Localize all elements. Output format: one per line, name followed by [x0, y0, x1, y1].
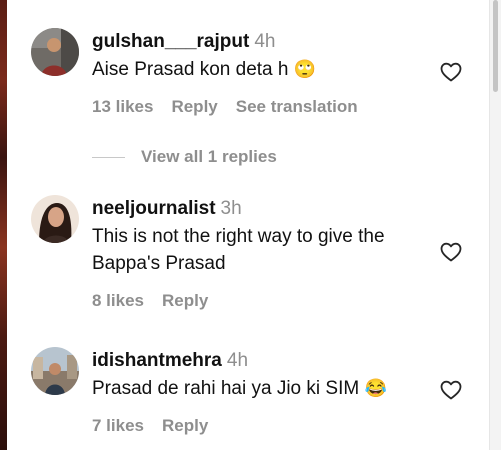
- comment-item: gulshan___rajput 4h Aise Prasad kon deta …: [31, 28, 471, 118]
- heart-icon[interactable]: [439, 60, 463, 84]
- see-translation-button[interactable]: See translation: [236, 97, 358, 116]
- reply-button[interactable]: Reply: [162, 416, 208, 435]
- comment-time: 4h: [254, 31, 276, 52]
- laughing-emoji: 😂: [364, 378, 387, 398]
- view-replies-button[interactable]: View all 1 replies: [141, 147, 277, 167]
- eye-roll-emoji: 🙄: [293, 59, 317, 79]
- likes-count[interactable]: 7 likes: [92, 416, 144, 435]
- avatar[interactable]: [31, 347, 79, 395]
- replies-divider: [92, 156, 125, 158]
- comment-item: neeljournalist 3h This is not the right w…: [31, 195, 471, 315]
- comment-username[interactable]: idishantmehra: [92, 350, 222, 371]
- comment-item: idishantmehra 4h Prasad de rahi hai ya Ji…: [31, 347, 471, 442]
- likes-count[interactable]: 8 likes: [92, 291, 144, 310]
- avatar[interactable]: [31, 195, 79, 243]
- likes-count[interactable]: 13 likes: [92, 97, 153, 116]
- comment-text: Aise Prasad kon deta h: [92, 59, 289, 80]
- avatar[interactable]: [31, 28, 79, 76]
- reply-button[interactable]: Reply: [162, 291, 208, 310]
- comment-text: This is not the right way to give the Ba…: [92, 226, 385, 274]
- comment-text: Prasad de rahi hai ya Jio ki SIM: [92, 378, 360, 399]
- scrollbar-thumb[interactable]: [493, 0, 498, 92]
- scrollbar[interactable]: [489, 0, 501, 450]
- comment-time: 4h: [226, 350, 249, 371]
- reply-button[interactable]: Reply: [171, 97, 217, 116]
- comment-username[interactable]: neeljournalist: [92, 198, 216, 219]
- comment-username[interactable]: gulshan___rajput: [92, 31, 249, 52]
- background-image-edge: [0, 0, 7, 450]
- view-replies-row[interactable]: View all 1 replies: [92, 147, 277, 167]
- heart-icon[interactable]: [439, 378, 463, 402]
- heart-icon[interactable]: [439, 240, 463, 264]
- comment-time: 3h: [220, 198, 242, 219]
